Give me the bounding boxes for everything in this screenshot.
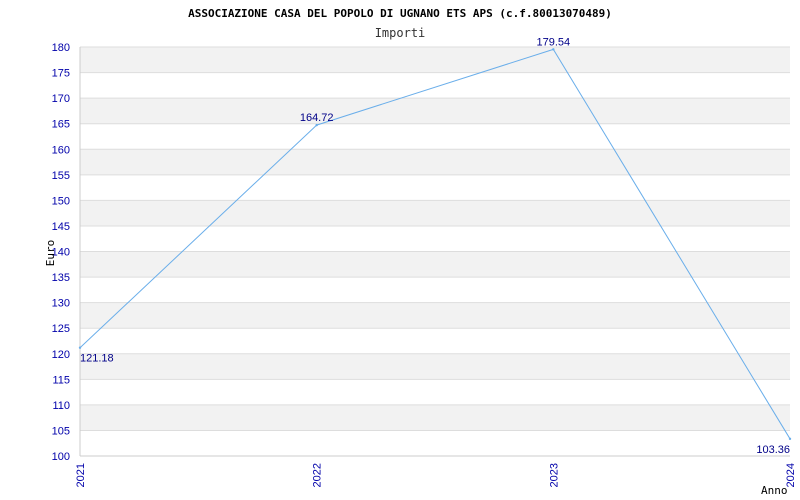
y-tick-label: 150 [52, 195, 70, 207]
grid-band [80, 200, 790, 226]
data-label: 164.72 [300, 112, 334, 124]
grid-band [80, 149, 790, 175]
grid-band [80, 302, 790, 329]
data-point [315, 123, 318, 127]
grid-band [80, 404, 790, 431]
x-tick-label: 2023 [548, 463, 560, 487]
x-axis-label: Anno [761, 484, 788, 497]
data-label: 103.36 [756, 444, 790, 456]
y-tick-label: 155 [52, 170, 70, 182]
y-tick-label: 120 [52, 349, 70, 361]
data-point [788, 437, 792, 441]
data-label: 179.54 [537, 36, 571, 48]
x-tick-label: 2021 [75, 463, 87, 487]
grid-band [80, 353, 790, 380]
y-tick-label: 110 [52, 400, 70, 412]
data-point [552, 48, 555, 51]
chart-title: ASSOCIAZIONE CASA DEL POPOLO DI UGNANO E… [188, 7, 612, 20]
y-tick-label: 180 [52, 42, 70, 54]
grid-band [80, 47, 790, 73]
grid-band [80, 98, 790, 124]
y-tick-label: 170 [52, 93, 70, 105]
x-axis-ticks: 2021 2022 2023 2024 [75, 463, 797, 487]
y-tick-label: 135 [52, 272, 70, 284]
y-tick-label: 165 [52, 119, 70, 131]
data-point [78, 346, 82, 349]
y-tick-label: 125 [52, 323, 70, 335]
y-tick-label: 145 [52, 221, 70, 233]
y-tick-label: 175 [52, 68, 70, 80]
x-tick-label: 2022 [312, 463, 324, 487]
line-chart: 1001051101151201251301351401451501551601… [44, 7, 797, 497]
data-label: 121.18 [80, 353, 114, 365]
y-tick-label: 100 [52, 451, 70, 463]
y-tick-label: 130 [52, 298, 70, 310]
y-tick-label: 115 [52, 374, 70, 386]
grid-bands [80, 47, 790, 431]
y-tick-label: 105 [52, 425, 70, 437]
y-axis-label: Euro [44, 240, 57, 267]
y-tick-label: 160 [52, 144, 70, 156]
chart-subtitle: Importi [375, 26, 426, 40]
